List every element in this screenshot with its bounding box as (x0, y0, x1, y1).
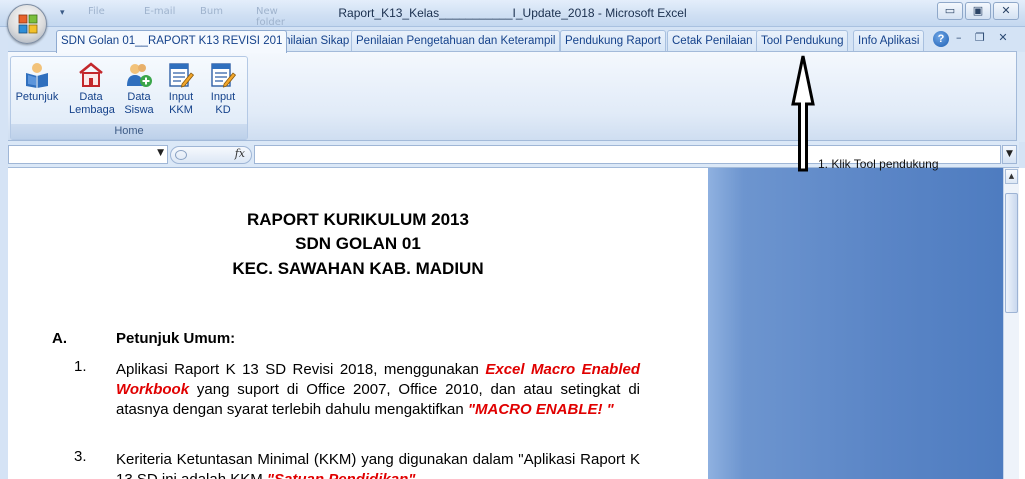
heading-line-1: RAPORT KURIKULUM 2013 (247, 210, 469, 229)
petunjuk-label: Petunjuk (15, 91, 59, 103)
item1-emphasis-2: "MACRO ENABLE! " (467, 401, 614, 418)
workbook-minimize-icon[interactable]: – (956, 31, 962, 44)
help-icon[interactable]: ? (933, 31, 949, 47)
office-logo-icon (18, 14, 38, 34)
data-lembaga-label-1: Data (79, 91, 103, 103)
ribbon-group-label: Home (11, 124, 247, 139)
data-lembaga-label-2: Lembaga (69, 104, 115, 116)
name-box[interactable]: ▼ (8, 145, 168, 164)
minimize-button[interactable]: ▭ (937, 2, 963, 20)
data-lembaga-button[interactable]: Data Lembaga (69, 60, 115, 117)
item-paragraph-1: Aplikasi Raport K 13 SD Revisi 2018, men… (116, 360, 640, 420)
workbook-close-icon[interactable]: ✕ (998, 31, 1007, 44)
chevron-down-icon[interactable]: ▼ (157, 148, 164, 158)
function-box[interactable]: fx (170, 146, 252, 164)
ribbon: Petunjuk Data Lembaga Data Siswa Input K… (0, 51, 1017, 141)
data-siswa-label-2: Siswa (124, 104, 154, 116)
formula-oval-icon (175, 150, 187, 160)
edit-document-icon (169, 63, 195, 88)
book-icon (26, 63, 48, 88)
scrollbar-thumb[interactable] (1005, 193, 1018, 313)
item3-emphasis-1: "Satuan Pendidikan" (267, 471, 415, 479)
input-kkm-label-1: Input (168, 91, 194, 103)
ribbon-tab-row: SDN Golan 01__RAPORT K13 REVISI 201 Peni… (0, 27, 1025, 53)
close-button[interactable]: ✕ (993, 2, 1019, 20)
ribbon-group-home: Petunjuk Data Lembaga Data Siswa Input K… (10, 56, 248, 140)
input-kd-label-2: KD (215, 104, 231, 116)
tab-tool-pendukung[interactable]: Tool Pendukung (756, 30, 849, 52)
workbook-restore-icon[interactable]: ❐ (975, 31, 985, 44)
title-bar: ▾ File E-mail Bum New folder Raport_K13_Kel… (0, 0, 1025, 28)
tab-sdn-golan[interactable]: SDN Golan 01__RAPORT K13 REVISI 201 (56, 30, 288, 53)
tab-cetak-penilaian[interactable]: Cetak Penilaian (667, 30, 758, 52)
heading-line-2: SDN GOLAN 01 (295, 234, 421, 253)
item-number-1: 1. (74, 358, 87, 375)
item-number-3: 3. (74, 448, 87, 465)
input-kkm-button[interactable]: Input KKM (159, 60, 203, 117)
window-left-edge (0, 27, 8, 479)
office-button[interactable] (7, 4, 47, 44)
section-title: Petunjuk Umum: (116, 330, 236, 347)
annotation-arrow-icon (791, 55, 815, 172)
document-page: RAPORT KURIKULUM 2013 SDN GOLAN 01 KEC. … (8, 168, 708, 479)
input-kd-label-1: Input (210, 91, 236, 103)
data-siswa-label-1: Data (127, 91, 151, 103)
tab-penilaian-pengetahuan[interactable]: Penilaian Pengetahuan dan Keterampil (351, 30, 561, 52)
annotation-text: 1. Klik Tool pendukung (818, 157, 939, 171)
window-title: Raport_K13_Kelas___________I_Update_2018… (338, 6, 687, 20)
edit-document-icon (211, 63, 237, 88)
tab-info-aplikasi[interactable]: Info Aplikasi (853, 30, 925, 52)
item1-text-a: Aplikasi Raport K 13 SD Revisi 2018, men… (116, 361, 486, 378)
expand-formula-bar-icon[interactable]: ▼ (1002, 145, 1017, 164)
fx-icon[interactable]: fx (235, 147, 245, 160)
heading-line-3: KEC. SAWAHAN KAB. MADIUN (232, 259, 484, 278)
input-kkm-label-2: KKM (169, 104, 193, 116)
section-number: A. (52, 330, 67, 347)
data-siswa-button[interactable]: Data Siswa (117, 60, 161, 117)
workbook-window-controls: – ❐ ✕ (956, 31, 1018, 44)
item-paragraph-3: Keriteria Ketuntasan Minimal (KKM) yang … (116, 450, 640, 479)
scroll-up-icon[interactable]: ▲ (1005, 169, 1018, 184)
tab-pendukung-raport[interactable]: Pendukung Raport (560, 30, 666, 52)
petunjuk-button[interactable]: Petunjuk (15, 60, 59, 104)
restore-button[interactable]: ▣ (965, 2, 991, 20)
worksheet-background-panel (708, 168, 1003, 479)
input-kd-button[interactable]: Input KD (201, 60, 245, 117)
add-user-icon (127, 64, 152, 87)
building-icon (79, 62, 103, 87)
vertical-scrollbar[interactable]: ▲ (1003, 168, 1019, 479)
